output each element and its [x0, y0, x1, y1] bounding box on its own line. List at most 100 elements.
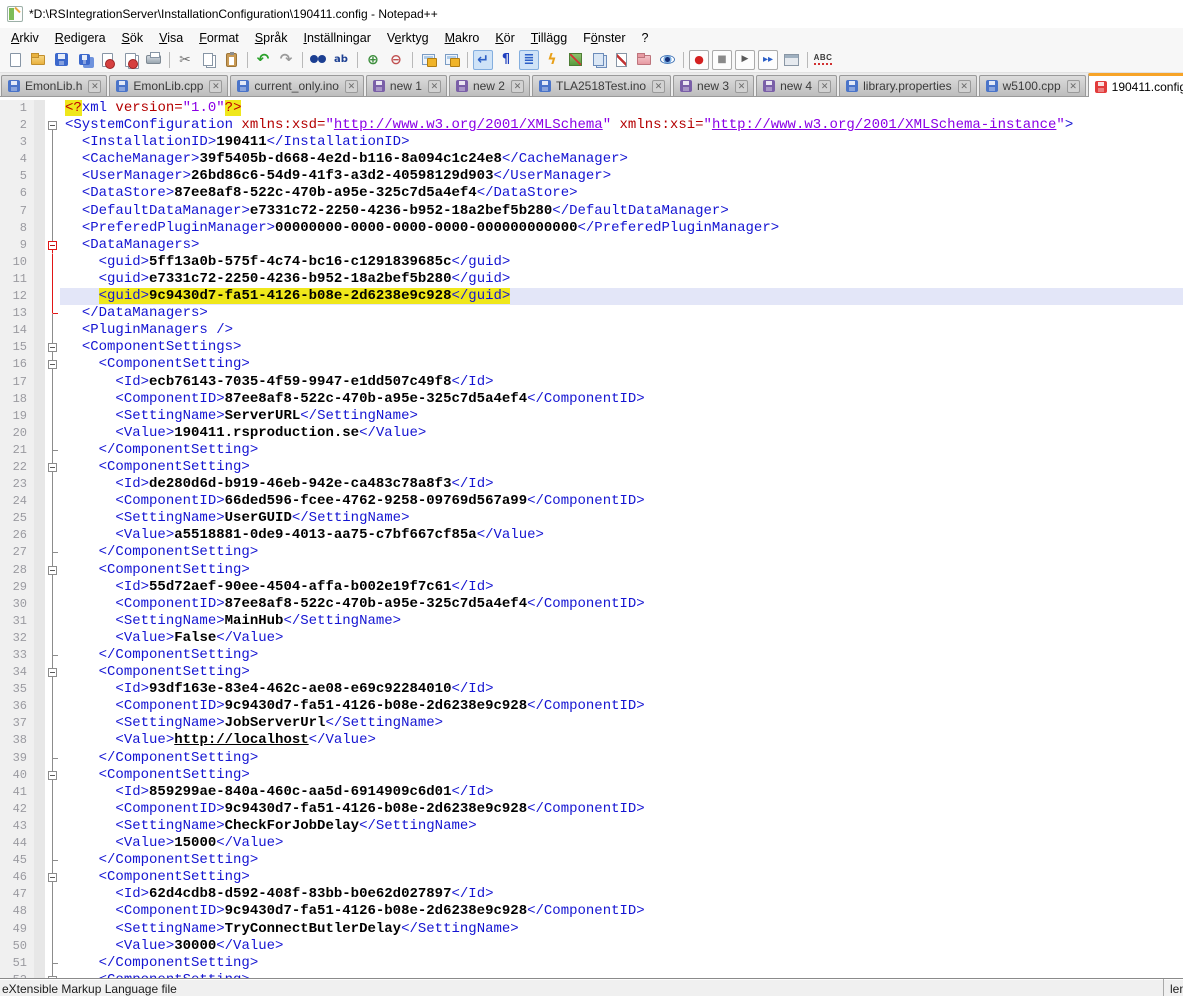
bookmark-margin[interactable] — [34, 408, 45, 425]
open-file-icon[interactable] — [28, 50, 48, 70]
bookmark-margin[interactable] — [34, 869, 45, 886]
bookmark-margin[interactable] — [34, 254, 45, 271]
bookmark-margin[interactable] — [34, 955, 45, 972]
bookmark-margin[interactable] — [34, 322, 45, 339]
menu-item-verktyg[interactable]: Verktyg — [379, 30, 437, 46]
code-line-36[interactable]: 36 <ComponentID>9c9430d7-fa51-4126-b08e-… — [0, 698, 1183, 715]
fold-collapse-icon[interactable] — [45, 237, 60, 254]
menu-item-[interactable]: ? — [634, 30, 657, 46]
code-line-25[interactable]: 25 <SettingName>UserGUID</SettingName> — [0, 510, 1183, 527]
macro-stop-icon[interactable]: ■ — [712, 50, 732, 70]
bookmark-margin[interactable] — [34, 117, 45, 134]
tab-close-icon[interactable]: ✕ — [209, 80, 222, 93]
code-line-30[interactable]: 30 <ComponentID>87ee8af8-522c-470b-a95e-… — [0, 596, 1183, 613]
menu-item-format[interactable]: Format — [191, 30, 247, 46]
code-line-50[interactable]: 50 <Value>30000</Value> — [0, 938, 1183, 955]
bookmark-margin[interactable] — [34, 151, 45, 168]
bookmark-margin[interactable] — [34, 921, 45, 938]
bookmark-margin[interactable] — [34, 801, 45, 818]
code-line-2[interactable]: 2<SystemConfiguration xmlns:xsd="http://… — [0, 117, 1183, 134]
bookmark-margin[interactable] — [34, 938, 45, 955]
bookmark-margin[interactable] — [34, 784, 45, 801]
fold-collapse-icon[interactable] — [45, 459, 60, 476]
undo-icon[interactable]: ↶ — [253, 50, 273, 70]
print-icon[interactable] — [143, 50, 163, 70]
copy-icon[interactable] — [198, 50, 218, 70]
bookmark-margin[interactable] — [34, 220, 45, 237]
menu-item-sprk[interactable]: Språk — [247, 30, 296, 46]
code-line-28[interactable]: 28 <ComponentSetting> — [0, 562, 1183, 579]
tab-new-4[interactable]: new 4✕ — [756, 75, 837, 96]
tab-close-icon[interactable]: ✕ — [1067, 80, 1080, 93]
code-line-40[interactable]: 40 <ComponentSetting> — [0, 767, 1183, 784]
bookmark-margin[interactable] — [34, 579, 45, 596]
bookmark-margin[interactable] — [34, 698, 45, 715]
tab-w5100-cpp[interactable]: w5100.cpp✕ — [979, 75, 1086, 96]
tab-close-icon[interactable]: ✕ — [511, 80, 524, 93]
menu-item-kr[interactable]: Kör — [487, 30, 522, 46]
code-line-24[interactable]: 24 <ComponentID>66ded596-fcee-4762-9258-… — [0, 493, 1183, 510]
tab-new-1[interactable]: new 1✕ — [366, 75, 447, 96]
folder-as-workspace-icon[interactable] — [634, 50, 654, 70]
bookmark-margin[interactable] — [34, 134, 45, 151]
code-line-23[interactable]: 23 <Id>de280d6d-b919-46eb-942e-ca483c78a… — [0, 476, 1183, 493]
code-line-35[interactable]: 35 <Id>93df163e-83e4-462c-ae08-e69c92284… — [0, 681, 1183, 698]
code-line-26[interactable]: 26 <Value>a5518881-0de9-4013-aa75-c7bf66… — [0, 527, 1183, 544]
bookmark-margin[interactable] — [34, 750, 45, 767]
tab-emonlib-cpp[interactable]: EmonLib.cpp✕ — [109, 75, 228, 96]
code-line-51[interactable]: 51 </ComponentSetting> — [0, 955, 1183, 972]
fold-collapse-icon[interactable] — [45, 562, 60, 579]
bookmark-margin[interactable] — [34, 818, 45, 835]
code-line-41[interactable]: 41 <Id>859299ae-840a-460c-aa5d-6914909c6… — [0, 784, 1183, 801]
bookmark-margin[interactable] — [34, 493, 45, 510]
monitoring-icon[interactable] — [611, 50, 631, 70]
code-line-43[interactable]: 43 <SettingName>CheckForJobDelay</Settin… — [0, 818, 1183, 835]
tab-190411-config[interactable]: 190411.config✕ — [1088, 73, 1183, 97]
code-line-39[interactable]: 39 </ComponentSetting> — [0, 750, 1183, 767]
fold-collapse-icon[interactable] — [45, 339, 60, 356]
code-line-13[interactable]: 13 </DataManagers> — [0, 305, 1183, 322]
save-icon[interactable] — [51, 50, 71, 70]
document-switcher-icon[interactable] — [588, 50, 608, 70]
tab-library-properties[interactable]: library.properties✕ — [839, 75, 976, 96]
code-line-34[interactable]: 34 <ComponentSetting> — [0, 664, 1183, 681]
bookmark-margin[interactable] — [34, 339, 45, 356]
tab-close-icon[interactable]: ✕ — [735, 80, 748, 93]
code-line-3[interactable]: 3 <InstallationID>190411</InstallationID… — [0, 134, 1183, 151]
fold-collapse-icon[interactable] — [45, 767, 60, 784]
fold-collapse-icon[interactable] — [45, 869, 60, 886]
bookmark-margin[interactable] — [34, 596, 45, 613]
tab-new-2[interactable]: new 2✕ — [449, 75, 530, 96]
menu-item-fnster[interactable]: Fönster — [575, 30, 633, 46]
tab-close-icon[interactable]: ✕ — [428, 80, 441, 93]
code-line-18[interactable]: 18 <ComponentID>87ee8af8-522c-470b-a95e-… — [0, 391, 1183, 408]
fold-collapse-icon[interactable] — [45, 117, 60, 134]
bookmark-margin[interactable] — [34, 356, 45, 373]
bookmark-margin[interactable] — [34, 903, 45, 920]
bookmark-margin[interactable] — [34, 374, 45, 391]
code-line-42[interactable]: 42 <ComponentID>9c9430d7-fa51-4126-b08e-… — [0, 801, 1183, 818]
bookmark-margin[interactable] — [34, 835, 45, 852]
tab-close-icon[interactable]: ✕ — [652, 80, 665, 93]
bookmark-margin[interactable] — [34, 100, 45, 117]
tab-close-icon[interactable]: ✕ — [818, 80, 831, 93]
find-icon[interactable] — [308, 50, 328, 70]
code-line-17[interactable]: 17 <Id>ecb76143-7035-4f59-9947-e1dd507c4… — [0, 374, 1183, 391]
code-line-47[interactable]: 47 <Id>62d4cdb8-d592-408f-83bb-b0e62d027… — [0, 886, 1183, 903]
bookmark-margin[interactable] — [34, 288, 45, 305]
menu-item-visa[interactable]: Visa — [151, 30, 191, 46]
code-line-21[interactable]: 21 </ComponentSetting> — [0, 442, 1183, 459]
code-line-6[interactable]: 6 <DataStore>87ee8af8-522c-470b-a95e-325… — [0, 185, 1183, 202]
paste-icon[interactable] — [221, 50, 241, 70]
bookmark-margin[interactable] — [34, 613, 45, 630]
bookmark-margin[interactable] — [34, 681, 45, 698]
macro-record-icon[interactable]: ● — [689, 50, 709, 70]
tab-close-icon[interactable]: ✕ — [958, 80, 971, 93]
new-file-icon[interactable] — [5, 50, 25, 70]
tab-new-3[interactable]: new 3✕ — [673, 75, 754, 96]
bookmark-margin[interactable] — [34, 562, 45, 579]
fold-collapse-icon[interactable] — [45, 356, 60, 373]
bookmark-margin[interactable] — [34, 476, 45, 493]
fold-collapse-icon[interactable] — [45, 664, 60, 681]
menu-item-sk[interactable]: Sök — [114, 30, 152, 46]
